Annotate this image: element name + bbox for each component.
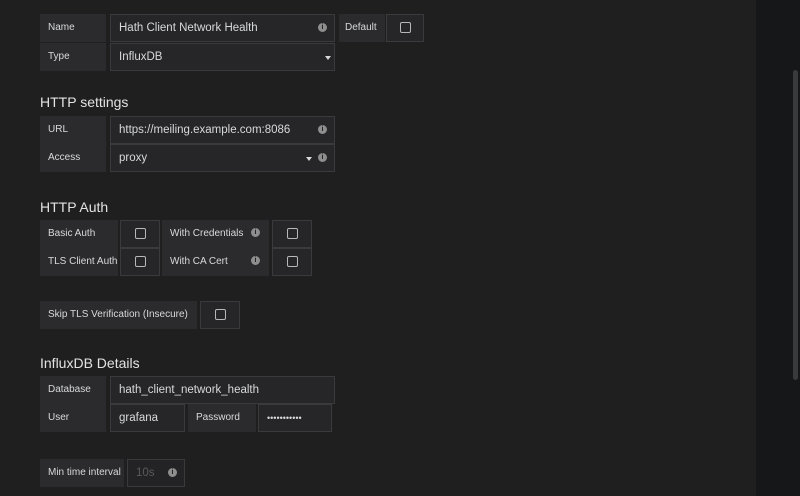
default-checkbox-cell[interactable] — [386, 14, 424, 42]
default-checkbox[interactable] — [400, 22, 411, 33]
with-ca-cert-checkbox[interactable] — [287, 256, 298, 267]
name-label: Name — [40, 14, 106, 42]
password-label: Password — [188, 404, 256, 432]
url-input[interactable]: https://meiling.example.com:8086 i — [110, 116, 335, 144]
skip-tls-label: Skip TLS Verification (Insecure) — [40, 301, 197, 329]
with-ca-cert-text: With CA Cert — [170, 256, 228, 267]
database-label: Database — [40, 376, 106, 404]
with-credentials-checkbox-cell[interactable] — [272, 220, 312, 248]
with-credentials-checkbox[interactable] — [287, 228, 298, 239]
type-select[interactable]: InfluxDB — [110, 43, 335, 71]
caret-down-icon — [306, 157, 312, 161]
basic-auth-checkbox-cell[interactable] — [120, 220, 160, 248]
min-time-interval-input[interactable]: 10s i — [127, 459, 185, 487]
min-time-interval-label: Min time interval — [40, 459, 124, 487]
access-label: Access — [40, 144, 106, 172]
url-label: URL — [40, 116, 106, 144]
info-circle-icon[interactable]: i — [318, 125, 327, 134]
name-value: Hath Client Network Health — [119, 22, 258, 34]
http-auth-heading: HTTP Auth — [40, 199, 109, 215]
tls-client-auth-label: TLS Client Auth — [40, 248, 118, 276]
database-value: hath_client_network_health — [119, 384, 260, 396]
scrollbar-thumb[interactable] — [793, 70, 798, 380]
with-ca-cert-checkbox-cell[interactable] — [272, 248, 312, 276]
skip-tls-checkbox[interactable] — [215, 309, 226, 320]
caret-down-icon — [325, 56, 331, 60]
user-value: grafana — [119, 412, 159, 424]
min-time-interval-placeholder: 10s — [136, 467, 155, 479]
user-input[interactable]: grafana — [110, 404, 185, 432]
skip-tls-checkbox-cell[interactable] — [200, 301, 240, 329]
info-circle-icon[interactable]: i — [318, 23, 327, 32]
influxdb-details-heading: InfluxDB Details — [40, 355, 140, 371]
info-circle-icon[interactable]: i — [251, 228, 260, 237]
with-ca-cert-label: With CA Cert i — [162, 248, 269, 276]
basic-auth-checkbox[interactable] — [135, 228, 146, 239]
type-label: Type — [40, 43, 106, 71]
database-input[interactable]: hath_client_network_health — [110, 376, 335, 404]
tls-client-auth-checkbox-cell[interactable] — [120, 248, 160, 276]
tls-client-auth-checkbox[interactable] — [135, 256, 146, 267]
url-value: https://meiling.example.com:8086 — [119, 124, 291, 136]
http-settings-heading: HTTP settings — [40, 94, 129, 110]
info-circle-icon[interactable]: i — [251, 256, 260, 265]
access-select[interactable]: proxy i — [110, 144, 335, 172]
default-label: Default — [339, 14, 385, 42]
info-circle-icon[interactable]: i — [318, 153, 327, 162]
password-input[interactable]: ••••••••••• — [258, 404, 332, 432]
password-value: ••••••••••• — [267, 413, 302, 423]
user-label: User — [40, 404, 106, 432]
datasource-settings-panel: Name Hath Client Network Health i Defaul… — [0, 0, 756, 496]
info-circle-icon[interactable]: i — [168, 468, 177, 477]
access-value: proxy — [119, 152, 148, 164]
name-input[interactable]: Hath Client Network Health i — [110, 14, 335, 42]
with-credentials-text: With Credentials — [170, 228, 244, 239]
basic-auth-label: Basic Auth — [40, 220, 118, 248]
with-credentials-label: With Credentials i — [162, 220, 269, 248]
type-value: InfluxDB — [119, 51, 163, 63]
